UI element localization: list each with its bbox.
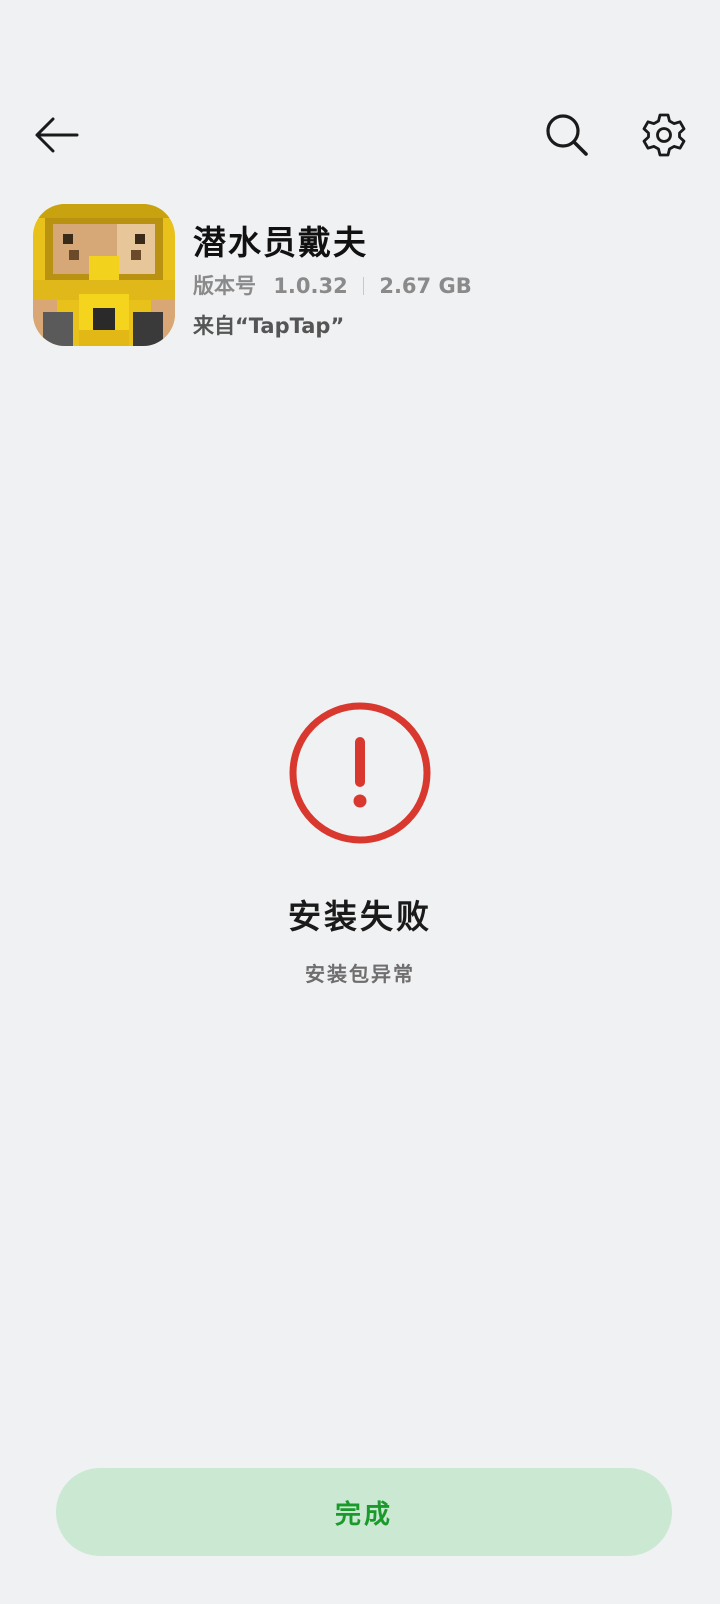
settings-button[interactable]	[634, 105, 694, 165]
app-icon	[33, 204, 175, 346]
top-toolbar	[0, 100, 720, 170]
done-button[interactable]: 完成	[56, 1468, 672, 1556]
app-info-header: 潜水员戴夫 版本号 1.0.32 2.67 GB 来自“TapTap”	[33, 204, 693, 346]
app-meta: 版本号 1.0.32 2.67 GB	[193, 270, 472, 300]
search-icon	[546, 114, 588, 156]
gear-icon	[642, 113, 686, 157]
back-button[interactable]	[26, 105, 86, 165]
status-subtitle: 安装包异常	[305, 962, 415, 986]
app-size: 2.67 GB	[379, 274, 472, 298]
arrow-left-icon	[35, 117, 79, 153]
status-title: 安装失败	[288, 897, 432, 936]
search-button[interactable]	[537, 105, 597, 165]
version-value: 1.0.32	[273, 274, 348, 298]
app-name: 潜水员戴夫	[193, 223, 368, 262]
version-label: 版本号	[193, 274, 256, 298]
app-source: 来自“TapTap”	[193, 314, 345, 338]
meta-divider	[363, 277, 365, 295]
exclamation-circle-icon	[289, 702, 431, 844]
